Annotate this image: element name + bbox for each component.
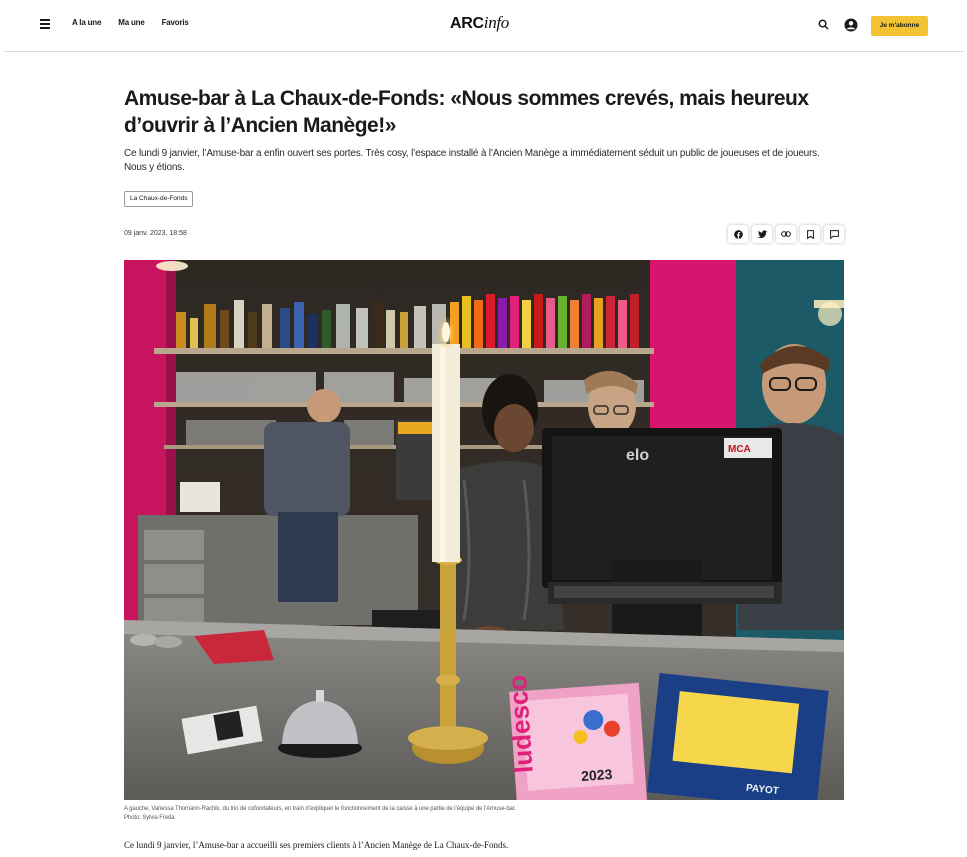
search-icon[interactable] (818, 19, 832, 33)
twitter-icon[interactable] (752, 225, 772, 243)
site-logo[interactable]: ARCinfo (450, 13, 509, 33)
logo-arc: ARC (450, 15, 484, 32)
article-photo[interactable]: elo MCA ludesco 2023 PAYOT (124, 260, 844, 800)
comment-icon[interactable] (824, 225, 844, 243)
link-icon[interactable] (776, 225, 796, 243)
monitor-sticker: MCA (728, 444, 751, 455)
bar-scene-illustration: elo MCA ludesco 2023 PAYOT (124, 260, 844, 800)
photo-caption: A gauche, Vanessa Thomann-Rachik, du tri… (124, 805, 844, 823)
facebook-icon[interactable] (728, 225, 748, 243)
logo-info: info (483, 13, 510, 32)
user-account-icon[interactable] (844, 18, 860, 34)
nav-favoris[interactable]: Favoris (162, 18, 189, 27)
publish-date: 09 janv. 2023, 18:58 (124, 230, 187, 237)
hamburger-menu-icon[interactable] (40, 17, 54, 33)
location-tag[interactable]: La Chaux-de-Fonds (124, 191, 194, 207)
caption-credit: Photo: Sylvia Freda (124, 815, 175, 821)
article-title: Amuse-bar à La Chaux-de-Fonds: «Nous som… (124, 87, 809, 137)
subscribe-button[interactable]: Je m'abonne (871, 16, 928, 36)
nav-ma-une[interactable]: Ma une (118, 18, 145, 27)
share-toolbar (728, 225, 844, 243)
site-header: A la une Ma une Favoris ARCinfo Je m'abo… (4, 0, 964, 52)
monitor-brand: elo (626, 447, 649, 464)
main-nav: A la une Ma une Favoris (72, 18, 206, 27)
bookmark-icon[interactable] (800, 225, 820, 243)
nav-a-la-une[interactable]: A la une (72, 18, 101, 27)
article-body-first-paragraph: Ce lundi 9 janvier, l’Amuse-bar a accuei… (124, 840, 509, 850)
magazine-year: 2023 (581, 766, 613, 784)
caption-text: A gauche, Vanessa Thomann-Rachik, du tri… (124, 806, 516, 812)
article-lead: Ce lundi 9 janvier, l’Amuse-bar a enfin … (124, 148, 820, 173)
